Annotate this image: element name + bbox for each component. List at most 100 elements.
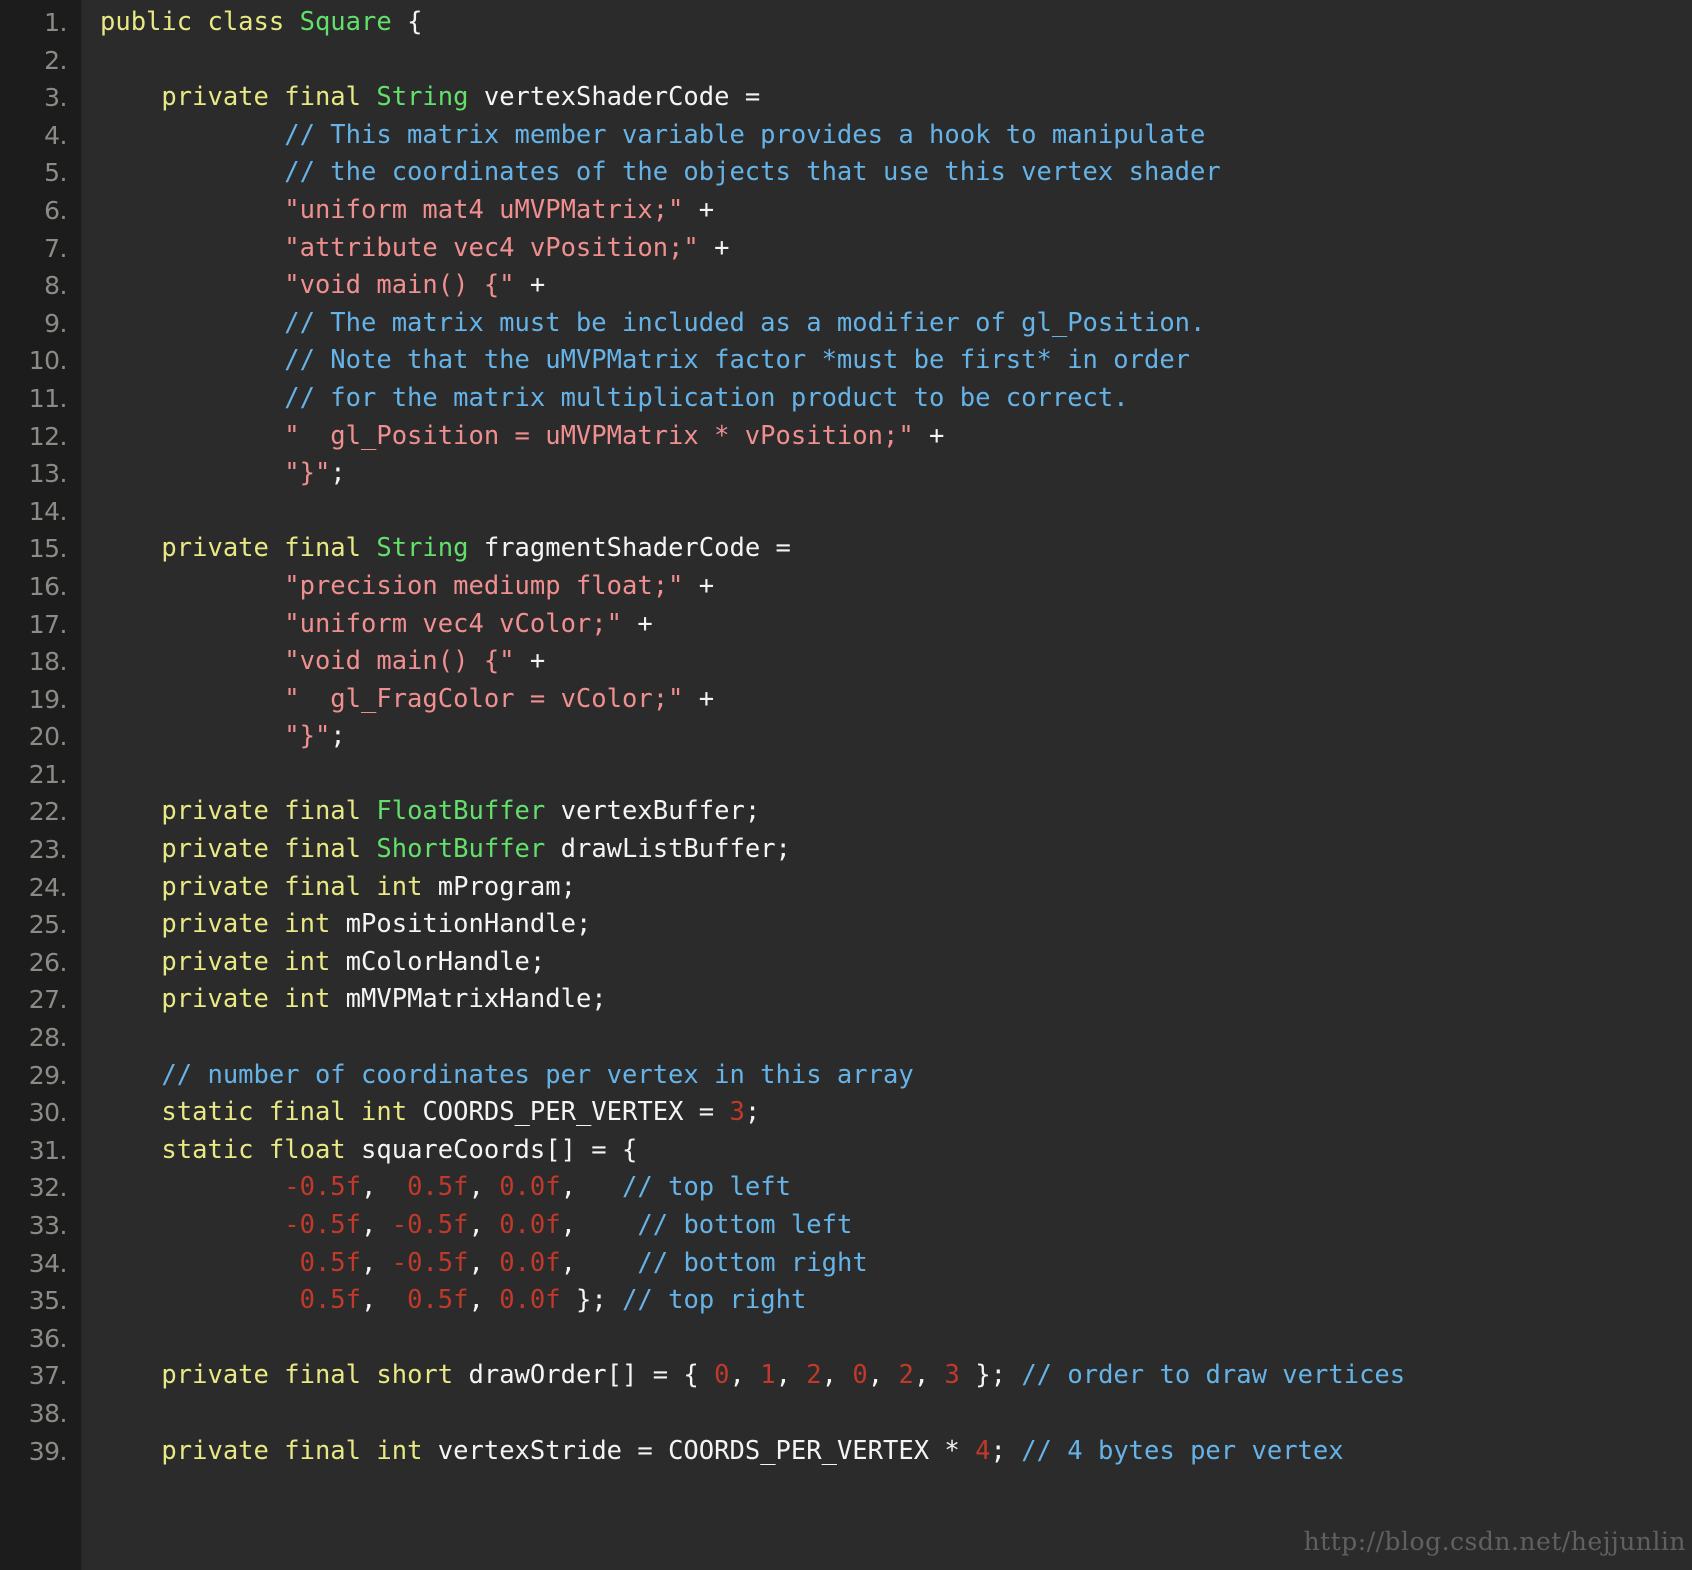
number-token: -0.5f (391, 1247, 469, 1278)
number-token: 3 (944, 1360, 960, 1391)
plain-token: + (698, 232, 730, 263)
number-token: 0.0f (499, 1172, 561, 1203)
comment-token: // bottom left (637, 1210, 853, 1240)
line-number: 15. (28, 534, 68, 564)
code-line[interactable]: // number of coordinates per vertex in t… (100, 1057, 1692, 1095)
code-line[interactable]: // for the matrix multiplication product… (100, 380, 1692, 418)
line-number: 37. (28, 1361, 68, 1391)
comment-token: // This matrix member variable provides … (284, 119, 1206, 150)
number-token: 0.5f (299, 1247, 362, 1278)
line-number: 10. (28, 346, 68, 376)
plain-token: ; (330, 458, 346, 489)
code-line[interactable]: private int mColorHandle; (100, 944, 1692, 982)
plain-token: { (391, 7, 423, 37)
code-line[interactable]: private final String fragmentShaderCode … (100, 530, 1692, 568)
line-number: 39. (28, 1436, 68, 1466)
code-line[interactable]: "attribute vec4 vPosition;" + (100, 230, 1692, 268)
string-token: "uniform mat4 uMVPMatrix;" (284, 194, 684, 225)
line-number: 6. (44, 195, 67, 225)
number-token: 3 (729, 1097, 745, 1128)
keyword-token: final (284, 1435, 377, 1466)
keyword-token: final (284, 796, 377, 827)
plain-token: drawListBuffer; (545, 834, 791, 865)
keyword-token: private (161, 796, 285, 827)
code-line[interactable]: private int mMVPMatrixHandle; (100, 981, 1692, 1019)
plain-token: , (867, 1360, 899, 1391)
plain-token: vertexStride = COORDS_PER_VERTEX * (422, 1435, 976, 1466)
keyword-token: short (376, 1360, 454, 1391)
comment-token: // number of coordinates per vertex in t… (161, 1059, 914, 1090)
line-number: 19. (28, 684, 68, 714)
code-line[interactable]: // This matrix member variable provides … (100, 117, 1692, 155)
keyword-token: int (361, 1097, 408, 1128)
number-token: 1 (760, 1360, 776, 1391)
code-line[interactable]: "uniform mat4 uMVPMatrix;" + (100, 192, 1692, 230)
code-line[interactable]: "precision mediump float;" + (100, 568, 1692, 606)
keyword-token: final (284, 1360, 377, 1391)
code-line[interactable] (100, 1395, 1692, 1433)
code-content-area[interactable]: public class Square { private final Stri… (82, 0, 1692, 1570)
plain-token: , (361, 1247, 392, 1278)
code-line[interactable]: 0.5f, 0.5f, 0.0f }; // top right (100, 1282, 1692, 1320)
line-number: 38. (28, 1398, 68, 1428)
code-line[interactable]: // The matrix must be included as a modi… (100, 305, 1692, 343)
code-line[interactable]: static float squareCoords[] = { (100, 1132, 1692, 1170)
number-token: 0.5f (391, 1285, 469, 1316)
plain-token: drawOrder[] = { (453, 1360, 715, 1391)
code-viewer: 1. 2. 3. 4. 5. 6. 7. 8. 9. 10. 11. 12. 13. 14. 15. 16. 1… (0, 0, 1692, 1570)
code-line[interactable]: 0.5f, -0.5f, 0.0f, // bottom right (100, 1245, 1692, 1283)
code-line[interactable] (100, 756, 1692, 794)
code-line[interactable]: // the coordinates of the objects that u… (100, 154, 1692, 192)
code-line[interactable]: -0.5f, 0.5f, 0.0f, // top left (100, 1169, 1692, 1207)
comment-token: // the coordinates of the objects that u… (284, 157, 1221, 188)
code-line[interactable]: " gl_Position = uMVPMatrix * vPosition;"… (100, 418, 1692, 456)
code-line[interactable]: "void main() {" + (100, 267, 1692, 305)
code-line[interactable]: "}"; (100, 455, 1692, 493)
code-line[interactable]: private final int mProgram; (100, 869, 1692, 907)
line-number: 5. (44, 158, 67, 188)
line-number: 16. (28, 571, 68, 601)
keyword-token: private (161, 871, 285, 902)
keyword-token: private (161, 909, 285, 940)
number-token: 0.0f (499, 1210, 561, 1240)
line-number: 24. (28, 872, 68, 902)
code-line[interactable]: static final int COORDS_PER_VERTEX = 3; (100, 1094, 1692, 1132)
string-token: "}" (284, 458, 331, 489)
code-line[interactable]: "void main() {" + (100, 643, 1692, 681)
code-line[interactable]: private final String vertexShaderCode = (100, 79, 1692, 117)
code-line[interactable]: public class Square { (100, 4, 1692, 42)
line-number: 26. (28, 947, 68, 977)
type-token: FloatBuffer (376, 796, 546, 827)
plain-token: fragmentShaderCode = (468, 533, 791, 564)
plain-token: COORDS_PER_VERTEX = (407, 1097, 730, 1128)
number-token: 0.0f (499, 1247, 561, 1278)
code-line[interactable] (100, 42, 1692, 80)
code-line[interactable]: private int mPositionHandle; (100, 906, 1692, 944)
line-number: 34. (28, 1248, 68, 1278)
code-line[interactable]: "uniform vec4 vColor;" + (100, 606, 1692, 644)
line-number: 28. (28, 1023, 68, 1053)
string-token: "uniform vec4 vColor;" (284, 608, 622, 639)
number-token: -0.5f (391, 1210, 469, 1240)
plain-token: ; (744, 1097, 761, 1128)
code-line[interactable] (100, 1320, 1692, 1358)
code-line[interactable] (100, 493, 1692, 531)
code-line[interactable]: private final int vertexStride = COORDS_… (100, 1433, 1692, 1471)
code-line[interactable]: private final FloatBuffer vertexBuffer; (100, 793, 1692, 831)
code-line[interactable]: private final short drawOrder[] = { 0, 1… (100, 1357, 1692, 1395)
code-line[interactable]: // Note that the uMVPMatrix factor *must… (100, 342, 1692, 380)
type-token: String (376, 82, 469, 113)
code-line[interactable] (100, 1019, 1692, 1057)
code-line[interactable]: " gl_FragColor = vColor;" + (100, 681, 1692, 719)
plain-token: , (913, 1360, 945, 1391)
code-line[interactable]: private final ShortBuffer drawListBuffer… (100, 831, 1692, 869)
code-line[interactable]: "}"; (100, 718, 1692, 756)
keyword-token: final (268, 1097, 362, 1128)
code-line[interactable]: -0.5f, -0.5f, 0.0f, // bottom left (100, 1207, 1692, 1245)
